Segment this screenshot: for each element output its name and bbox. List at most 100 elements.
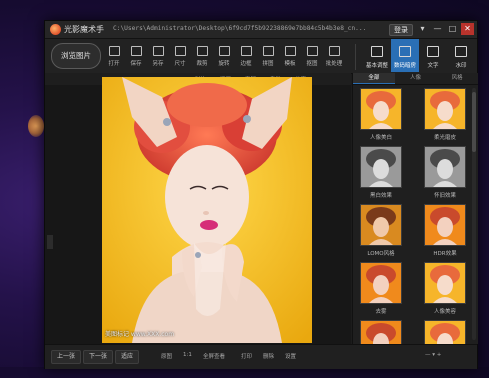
tool-label: 尺寸 <box>174 61 186 67</box>
login-button[interactable]: 登录 <box>389 24 413 36</box>
status-settings[interactable]: 设置 <box>285 352 296 360</box>
tool-label: 打开 <box>108 61 120 67</box>
minimize-icon[interactable]: — <box>431 23 444 35</box>
effects-panel: 全部 人像 风格 人像美白 柔光磨皮黑白效果 怀旧效果 LOMO风格 HDR效果去雾 人像… <box>352 73 478 362</box>
resize-icon <box>174 46 186 56</box>
toolbar-divider <box>355 44 356 70</box>
status-delete[interactable]: 删除 <box>263 352 274 360</box>
tool-label: 裁剪 <box>196 61 208 67</box>
tab-style-effects[interactable]: 风格 <box>436 73 478 84</box>
effect-preview <box>424 262 466 304</box>
tab-digital-darkroom[interactable]: 数码暗房 <box>391 39 419 72</box>
scrollbar-thumb[interactable] <box>472 92 476 152</box>
open-icon <box>108 46 120 56</box>
effect-thumbnail[interactable]: 黑白效果 <box>359 146 403 199</box>
effect-label: 人像美容 <box>433 309 456 315</box>
effect-thumbnail[interactable]: 人像美容 <box>423 262 467 315</box>
prev-image-button[interactable]: 上一张 <box>51 350 82 364</box>
thumbnail-row: 去雾 人像美容 <box>359 262 467 315</box>
effect-preview <box>424 146 466 188</box>
file-path: C:\Users\Administrator\Desktop\6f9cd7f5b… <box>113 25 367 32</box>
effect-thumbnail[interactable]: 怀旧效果 <box>423 146 467 199</box>
maximize-icon[interactable]: □ <box>446 23 459 35</box>
tool-crop[interactable]: 裁剪 <box>191 41 213 71</box>
tool-label: 拼图 <box>262 61 274 67</box>
effect-label: HDR效果 <box>433 251 457 257</box>
status-fullscreen[interactable]: 全屏查看 <box>203 352 225 360</box>
background-glow <box>28 115 44 137</box>
effect-preview-image <box>425 205 465 245</box>
tool-label: 保存 <box>130 61 142 67</box>
effect-preview <box>360 88 402 130</box>
menu-dropdown-icon[interactable]: ▾ <box>416 23 429 35</box>
status-print[interactable]: 打印 <box>241 352 252 360</box>
tab-all-effects[interactable]: 全部 <box>353 73 395 84</box>
tool-label: 旋转 <box>218 61 230 67</box>
effect-preview <box>360 146 402 188</box>
tool-collage[interactable]: 拼图 <box>257 41 279 71</box>
canvas-nav-handle[interactable] <box>47 235 53 249</box>
main-toolbar: 浏览图片 打开 保存 另存 尺寸 裁剪 旋转 边框 拼图 模板 抠图 批处理 基… <box>45 39 477 74</box>
tool-batch[interactable]: 批处理 <box>323 41 345 71</box>
effect-preview <box>424 88 466 130</box>
effects-scrollbar[interactable] <box>472 88 476 340</box>
tab-watermark[interactable]: 水印 <box>447 39 475 72</box>
effect-preview-image <box>425 263 465 303</box>
effect-thumbnail[interactable]: LOMO风格 <box>359 204 403 257</box>
tool-label: 另存 <box>152 61 164 67</box>
effect-thumbnails: 人像美白 柔光磨皮黑白效果 怀旧效果 LOMO风格 HDR效果去雾 人像美容 <box>359 88 467 378</box>
effect-thumbnail[interactable]: 去雾 <box>359 262 403 315</box>
fit-view-button[interactable]: 适应 <box>115 350 140 364</box>
tool-label: 批处理 <box>325 61 343 67</box>
effect-label: 去雾 <box>375 309 387 315</box>
save-icon <box>130 46 142 56</box>
status-actual-size[interactable]: 1:1 <box>183 352 192 358</box>
tool-open[interactable]: 打开 <box>103 41 125 71</box>
tab-portrait-effects[interactable]: 人像 <box>395 73 437 84</box>
tab-label: 数码暗房 <box>393 63 416 69</box>
tool-label: 抠图 <box>306 61 318 67</box>
tool-save[interactable]: 保存 <box>125 41 147 71</box>
effect-preview-image <box>361 89 401 129</box>
right-panel-tabs: 基本调整 数码暗房 文字 水印 <box>363 39 475 72</box>
effect-label: 怀旧效果 <box>433 193 456 199</box>
effect-preview-image <box>361 205 401 245</box>
tab-label: 文字 <box>427 63 439 69</box>
tab-label: 基本调整 <box>365 63 388 69</box>
tool-frame[interactable]: 边框 <box>235 41 257 71</box>
photo-watermark-text: 美图标记 www.XXX.com <box>105 331 175 338</box>
effect-preview-image <box>425 147 465 187</box>
save-as-icon <box>152 46 164 56</box>
effect-thumbnail[interactable]: 人像美白 <box>359 88 403 141</box>
portrait-image <box>102 77 312 343</box>
next-image-button[interactable]: 下一张 <box>83 350 114 364</box>
effect-thumbnail[interactable]: HDR效果 <box>423 204 467 257</box>
status-original[interactable]: 原图 <box>161 352 172 360</box>
tool-rotate[interactable]: 旋转 <box>213 41 235 71</box>
effect-preview <box>360 204 402 246</box>
tool-group: 打开 保存 另存 尺寸 裁剪 旋转 边框 拼图 模板 抠图 批处理 <box>103 41 345 71</box>
effect-label: 黑白效果 <box>369 193 392 199</box>
tool-resize[interactable]: 尺寸 <box>169 41 191 71</box>
close-icon[interactable]: ✕ <box>461 23 474 35</box>
tab-basic-adjust[interactable]: 基本调整 <box>363 39 391 72</box>
tool-template[interactable]: 模板 <box>279 41 301 71</box>
frame-icon <box>240 46 252 56</box>
effect-preview <box>360 262 402 304</box>
effect-preview-image <box>361 263 401 303</box>
effect-thumbnail[interactable]: 柔光磨皮 <box>423 88 467 141</box>
main-photo <box>102 77 312 343</box>
tab-text[interactable]: 文字 <box>419 39 447 72</box>
title-bar: 光影魔术手 C:\Users\Administrator\Desktop\6f9… <box>45 21 477 39</box>
browse-images-button[interactable]: 浏览图片 <box>51 43 101 69</box>
effect-label: LOMO风格 <box>367 251 395 257</box>
tool-cutout[interactable]: 抠图 <box>301 41 323 71</box>
app-window: 光影魔术手 C:\Users\Administrator\Desktop\6f9… <box>44 20 478 369</box>
adjust-icon <box>371 46 383 57</box>
tool-save-as[interactable]: 另存 <box>147 41 169 71</box>
zoom-control[interactable]: — ▾ + <box>425 352 441 358</box>
cutout-icon <box>306 46 318 56</box>
image-canvas[interactable]: 美图标记 www.XXX.com <box>45 77 351 344</box>
effect-preview <box>424 204 466 246</box>
effect-label: 柔光磨皮 <box>433 135 456 141</box>
